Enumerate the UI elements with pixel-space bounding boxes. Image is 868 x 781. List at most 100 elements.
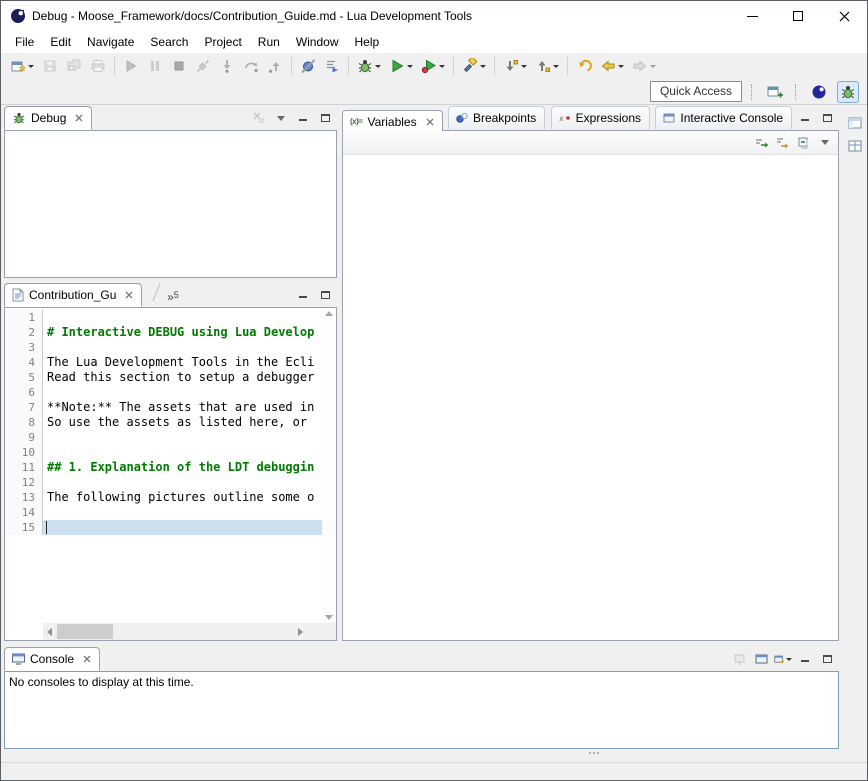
- line-number[interactable]: 5: [5, 370, 43, 385]
- editor-line-4[interactable]: 4The Lua Development Tools in the Ecli: [5, 355, 336, 370]
- close-window-button[interactable]: [821, 1, 867, 31]
- forward-button[interactable]: [629, 55, 659, 77]
- editor-line-7[interactable]: 7**Note:** The assets that are used in: [5, 400, 336, 415]
- disconnect-button[interactable]: [192, 55, 214, 77]
- new-wizard-button[interactable]: [7, 55, 37, 77]
- toolbar-drag-handle[interactable]: [751, 84, 755, 100]
- save-all-button[interactable]: [63, 55, 85, 77]
- editor-line-14[interactable]: 14: [5, 505, 336, 520]
- editor-maximize-button[interactable]: [316, 287, 334, 303]
- restore-view-button-2[interactable]: [846, 138, 864, 154]
- quick-access-input[interactable]: Quick Access: [650, 81, 742, 102]
- tab-interactive-console[interactable]: Interactive Console: [655, 106, 792, 129]
- close-tab-icon[interactable]: [426, 118, 434, 126]
- restore-view-button-1[interactable]: [846, 115, 864, 131]
- lua-perspective-button[interactable]: [808, 81, 830, 103]
- editor-line-13[interactable]: 13The following pictures outline some o: [5, 490, 336, 505]
- editor-line-9[interactable]: 9: [5, 430, 336, 445]
- debug-minimize-button[interactable]: [294, 110, 312, 126]
- step-return-button[interactable]: [264, 55, 286, 77]
- resume-button[interactable]: [120, 55, 142, 77]
- line-number[interactable]: 6: [5, 385, 43, 400]
- show-logical-structures-button[interactable]: [774, 135, 792, 151]
- tab-console[interactable]: Console: [4, 647, 100, 671]
- menu-help[interactable]: Help: [347, 31, 388, 53]
- back-button[interactable]: [597, 55, 627, 77]
- line-text[interactable]: ## 1. Explanation of the LDT debuggin: [43, 460, 322, 475]
- tab-expressions[interactable]: x Expressions: [551, 106, 650, 129]
- line-number[interactable]: 9: [5, 430, 43, 445]
- scroll-down-icon[interactable]: [325, 615, 333, 620]
- last-edit-location-button[interactable]: [573, 55, 595, 77]
- tab-breakpoints[interactable]: Breakpoints: [448, 106, 545, 129]
- skip-all-breakpoints-button[interactable]: [297, 55, 319, 77]
- next-annotation-button[interactable]: [500, 55, 530, 77]
- scroll-up-icon[interactable]: [325, 311, 333, 316]
- console-minimize-button[interactable]: [796, 651, 814, 667]
- debug-button[interactable]: [354, 55, 384, 77]
- menu-file[interactable]: File: [7, 31, 42, 53]
- editor-line-5[interactable]: 5Read this section to setup a debugger: [5, 370, 336, 385]
- run-button[interactable]: [386, 55, 416, 77]
- close-tab-icon[interactable]: [75, 114, 83, 122]
- scroll-right-icon[interactable]: [298, 628, 303, 636]
- step-over-button[interactable]: [240, 55, 262, 77]
- minimize-window-button[interactable]: [729, 1, 775, 31]
- line-text[interactable]: [43, 475, 322, 490]
- editor-line-15[interactable]: 15: [5, 520, 336, 535]
- line-number[interactable]: 14: [5, 505, 43, 520]
- menu-project[interactable]: Project: [196, 31, 249, 53]
- perspective-bar-handle[interactable]: [795, 84, 799, 100]
- open-perspective-button[interactable]: [764, 81, 786, 103]
- line-text[interactable]: The following pictures outline some o: [43, 490, 322, 505]
- open-console-button[interactable]: [774, 651, 792, 667]
- scroll-left-icon[interactable]: [47, 628, 52, 636]
- menu-edit[interactable]: Edit: [42, 31, 79, 53]
- terminate-button[interactable]: [168, 55, 190, 77]
- line-text[interactable]: Read this section to setup a debugger: [43, 370, 322, 385]
- line-text[interactable]: The Lua Development Tools in the Ecli: [43, 355, 322, 370]
- editor-line-10[interactable]: 10: [5, 445, 336, 460]
- suspend-button[interactable]: [144, 55, 166, 77]
- pin-console-button[interactable]: [730, 651, 748, 667]
- line-text[interactable]: [43, 505, 322, 520]
- menu-navigate[interactable]: Navigate: [79, 31, 142, 53]
- editor-line-8[interactable]: 8So use the assets as listed here, or: [5, 415, 336, 430]
- editor-vertical-scrollbar[interactable]: [322, 308, 336, 623]
- editor-line-2[interactable]: 2# Interactive DEBUG using Lua Develop: [5, 325, 336, 340]
- step-into-button[interactable]: [216, 55, 238, 77]
- console-maximize-button[interactable]: [818, 651, 836, 667]
- debug-view-menu-button[interactable]: [272, 110, 290, 126]
- remove-all-terminated-button[interactable]: [250, 110, 268, 126]
- line-text[interactable]: So use the assets as listed here, or: [43, 415, 322, 430]
- hidden-editors-chevron[interactable]: »5: [167, 287, 179, 304]
- previous-annotation-button[interactable]: [532, 55, 562, 77]
- show-type-names-button[interactable]: [753, 135, 771, 151]
- line-number[interactable]: 15: [5, 520, 43, 535]
- close-tab-icon[interactable]: [83, 655, 91, 663]
- menu-run[interactable]: Run: [250, 31, 288, 53]
- line-number[interactable]: 8: [5, 415, 43, 430]
- tab-variables[interactable]: (x)= Variables: [342, 110, 443, 134]
- line-text[interactable]: [43, 445, 322, 460]
- line-text[interactable]: [43, 385, 322, 400]
- editor-line-11[interactable]: 11## 1. Explanation of the LDT debuggin: [5, 460, 336, 475]
- line-number[interactable]: 2: [5, 325, 43, 340]
- use-step-filters-button[interactable]: [321, 55, 343, 77]
- line-number[interactable]: 3: [5, 340, 43, 355]
- search-button[interactable]: [459, 55, 489, 77]
- line-text[interactable]: [43, 520, 322, 535]
- collapse-all-button[interactable]: [795, 135, 813, 151]
- line-text[interactable]: [43, 340, 322, 355]
- editor-line-6[interactable]: 6: [5, 385, 336, 400]
- line-number[interactable]: 7: [5, 400, 43, 415]
- variables-maximize-button[interactable]: [818, 110, 836, 126]
- debug-maximize-button[interactable]: [316, 110, 334, 126]
- run-last-tool-button[interactable]: [418, 55, 448, 77]
- close-tab-icon[interactable]: [125, 291, 133, 299]
- display-selected-console-button[interactable]: [752, 651, 770, 667]
- editor-body[interactable]: 12# Interactive DEBUG using Lua Develop3…: [5, 308, 336, 623]
- horizontal-scroll-thumb[interactable]: [57, 624, 113, 639]
- menu-window[interactable]: Window: [288, 31, 347, 53]
- variables-view-menu-button[interactable]: [816, 135, 834, 151]
